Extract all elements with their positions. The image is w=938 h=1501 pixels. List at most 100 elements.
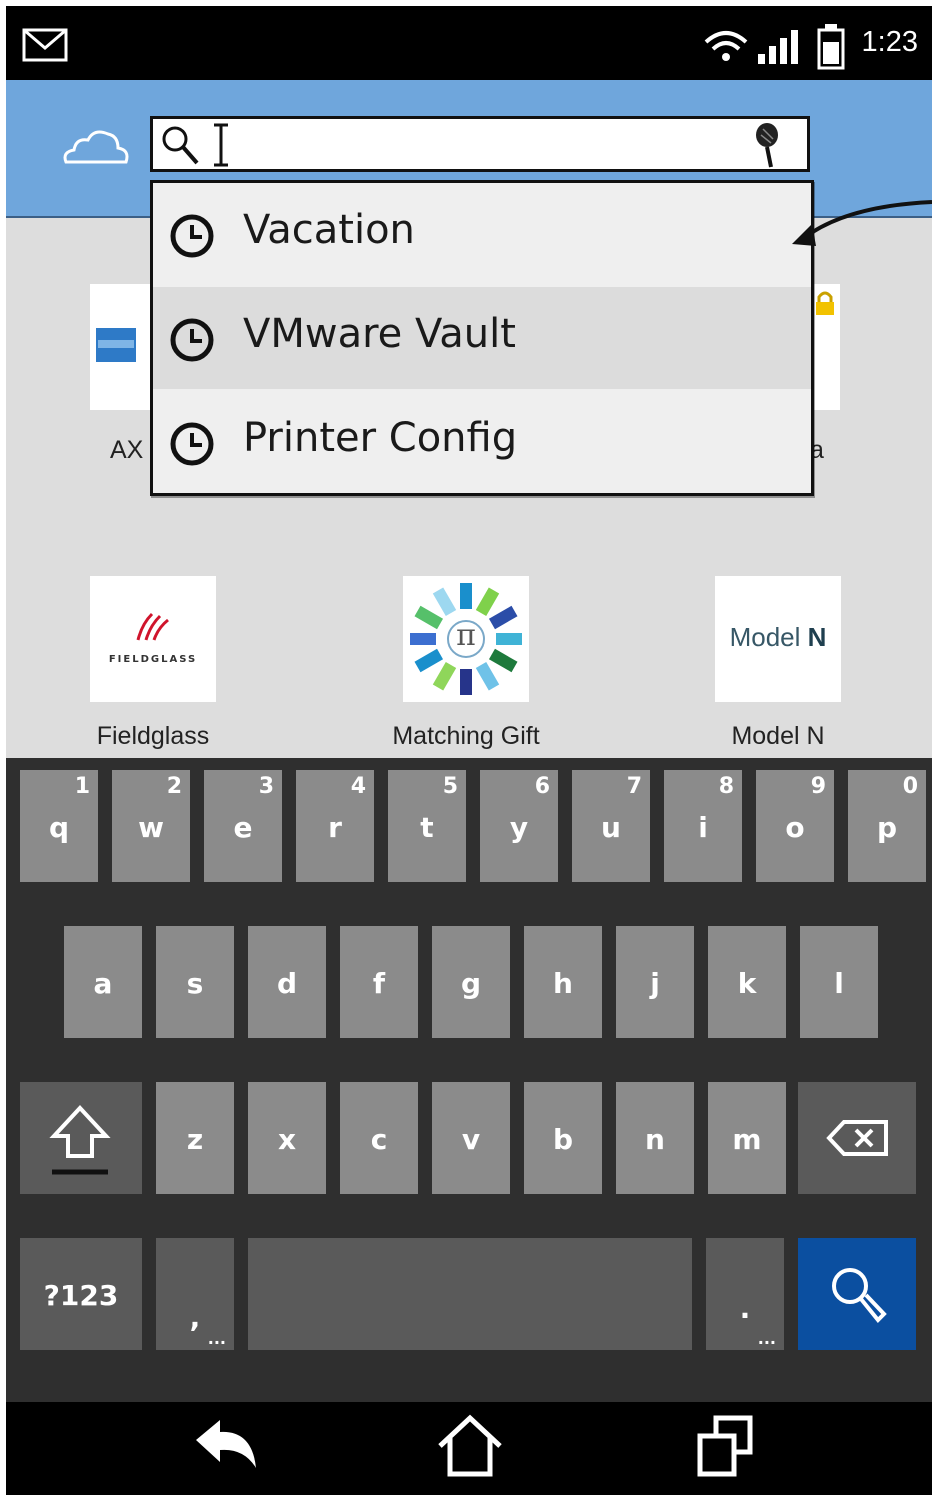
key-label: r [328, 811, 342, 845]
battery-icon [817, 24, 845, 70]
fieldglass-app-tile[interactable]: FIELDGLASS [90, 576, 216, 702]
app-label-fieldglass: Fieldglass [96, 722, 210, 750]
key-label: n [645, 1123, 665, 1157]
model-n-logo-text-a: Model [729, 622, 808, 652]
key-g[interactable]: g [432, 926, 510, 1038]
key-number-hint: 0 [902, 774, 918, 799]
key-e[interactable]: e3 [204, 770, 282, 882]
search-key[interactable] [798, 1238, 916, 1350]
key-label: v [461, 1123, 481, 1157]
key-r[interactable]: r4 [296, 770, 374, 882]
key-label: t [420, 811, 434, 845]
matching-gift-app-tile[interactable]: π [403, 576, 529, 702]
key-q[interactable]: q1 [20, 770, 98, 882]
model-n-logo-text-b: N [807, 622, 827, 652]
text-cursor-icon [214, 123, 228, 167]
search-input[interactable] [150, 116, 810, 172]
key-number-hint: 7 [626, 774, 642, 799]
key-y[interactable]: y6 [480, 770, 558, 882]
app-label-ax: AX [110, 436, 144, 464]
key-label: x [277, 1123, 297, 1157]
search-icon [162, 126, 199, 165]
key-label: ?123 [43, 1279, 119, 1313]
key-w[interactable]: w2 [112, 770, 190, 882]
key-more-hint: ... [757, 1329, 776, 1348]
key-label: h [553, 967, 573, 1001]
key-number-hint: 3 [258, 774, 274, 799]
model-n-logo: Model N [715, 622, 841, 653]
status-time: 1:23 [861, 26, 918, 58]
key-u[interactable]: u7 [572, 770, 650, 882]
key-b[interactable]: b [524, 1082, 602, 1194]
key-n[interactable]: n [616, 1082, 694, 1194]
key-a[interactable]: a [64, 926, 142, 1038]
clock-icon [170, 214, 214, 258]
app-label-matching-gift: Matching Gift [392, 722, 540, 750]
app-label-model-n: Model N [731, 722, 825, 750]
period-key[interactable]: .... [706, 1238, 784, 1350]
suggestion-item[interactable]: VMware Vault [153, 287, 811, 389]
key-label: a [93, 967, 113, 1001]
clock-icon [170, 318, 214, 362]
backspace-key[interactable] [798, 1082, 916, 1194]
suggestion-item[interactable]: Printer Config [153, 391, 811, 493]
search-suggestions: Vacation VMware Vault Printer Config [150, 180, 814, 496]
locked-app-tile[interactable] [810, 284, 840, 410]
model-n-app-tile[interactable]: Model N [715, 576, 841, 702]
key-k[interactable]: k [708, 926, 786, 1038]
home-icon[interactable] [430, 1412, 510, 1482]
key-c[interactable]: c [340, 1082, 418, 1194]
key-v[interactable]: v [432, 1082, 510, 1194]
key-label: q [48, 811, 70, 845]
cloud-icon[interactable] [60, 124, 132, 168]
suggestion-item[interactable]: Vacation [153, 183, 811, 285]
signal-icon [758, 30, 798, 64]
recents-icon[interactable] [686, 1412, 766, 1482]
key-x[interactable]: x [248, 1082, 326, 1194]
clock-icon [170, 422, 214, 466]
wifi-icon [704, 31, 748, 61]
key-label: d [276, 967, 298, 1001]
key-label: g [460, 967, 482, 1001]
suggestion-label: Vacation [243, 207, 415, 253]
lock-icon [816, 291, 834, 315]
key-number-hint: 9 [810, 774, 826, 799]
shift-icon [49, 1105, 111, 1175]
key-label: i [698, 811, 708, 845]
key-label: u [601, 811, 621, 845]
key-d[interactable]: d [248, 926, 326, 1038]
key-number-hint: 6 [534, 774, 550, 799]
key-f[interactable]: f [340, 926, 418, 1038]
space-key[interactable] [248, 1238, 692, 1350]
matching-gift-pi: π [456, 618, 476, 653]
key-z[interactable]: z [156, 1082, 234, 1194]
symbols-key[interactable]: ?123 [20, 1238, 142, 1350]
shift-key[interactable] [20, 1082, 142, 1194]
key-label: s [186, 967, 204, 1001]
key-t[interactable]: t5 [388, 770, 466, 882]
key-s[interactable]: s [156, 926, 234, 1038]
comma-key[interactable]: ,... [156, 1238, 234, 1350]
key-m[interactable]: m [708, 1082, 786, 1194]
soft-keyboard: q 1 w 2 e 3 r 4 t 5 y 6 u 7 i 8 o 9 p 0 a s d f g h j k l z x c v b n m ?123… [6, 758, 932, 1402]
back-icon[interactable] [186, 1412, 266, 1482]
key-label: e [233, 811, 253, 845]
microphone-icon[interactable] [751, 121, 785, 171]
search-icon [832, 1268, 887, 1323]
key-label: f [372, 967, 386, 1001]
key-l[interactable]: l [800, 926, 878, 1038]
mail-icon [22, 28, 68, 62]
key-label: w [138, 811, 164, 845]
key-label: b [552, 1123, 574, 1157]
key-label: k [737, 967, 757, 1001]
key-j[interactable]: j [616, 926, 694, 1038]
key-p[interactable]: p0 [848, 770, 926, 882]
key-o[interactable]: o9 [756, 770, 834, 882]
fieldglass-logo-icon [136, 612, 169, 641]
key-i[interactable]: i8 [664, 770, 742, 882]
amex-logo-icon [96, 328, 136, 362]
key-h[interactable]: h [524, 926, 602, 1038]
key-label: y [509, 811, 529, 845]
suggestion-label: Printer Config [243, 415, 518, 461]
key-more-hint: ... [207, 1329, 226, 1348]
